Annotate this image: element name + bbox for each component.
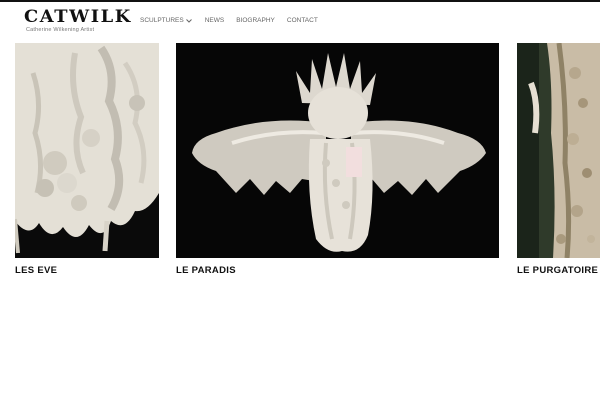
sculpture-title: LE PURGATOIRE bbox=[517, 265, 599, 276]
nav-item-label: NEWS bbox=[204, 17, 225, 24]
sculpture-title: LE PARADIS bbox=[176, 265, 236, 276]
sculpture-carousel[interactable]: LES EVE LE PARADIS LE PURGATOIRE bbox=[0, 43, 600, 283]
sculpture-image-le-paradis bbox=[176, 43, 499, 258]
nav-item-label: CONTACT bbox=[286, 17, 318, 24]
sculpture-image-les-eve bbox=[15, 43, 159, 258]
sculpture-image-le-purgatoire bbox=[517, 43, 600, 258]
nav-item-contact[interactable]: CONTACT bbox=[287, 17, 318, 24]
nav-item-label: SCULPTURES bbox=[140, 17, 184, 24]
site-logo[interactable]: CATWILK Catherine Wilkening Artist bbox=[24, 8, 130, 33]
nav-item-label: BIOGRAPHY bbox=[236, 17, 275, 24]
nav-item-sculptures[interactable]: SCULPTURES bbox=[140, 17, 193, 24]
sculpture-title: LES EVE bbox=[15, 265, 58, 276]
site-header: CATWILK Catherine Wilkening Artist SCULP… bbox=[0, 2, 600, 40]
chevron-down-icon bbox=[185, 18, 192, 23]
gallery-item-le-paradis[interactable]: LE PARADIS bbox=[176, 43, 499, 276]
logo-text: CATWILK bbox=[24, 7, 132, 27]
gallery-item-le-purgatoire[interactable]: LE PURGATOIRE bbox=[517, 43, 600, 276]
main-nav: SCULPTURES NEWS BIOGRAPHY CONTACT bbox=[140, 17, 330, 24]
gallery-item-les-eve[interactable]: LES EVE bbox=[15, 43, 159, 276]
nav-item-biography[interactable]: BIOGRAPHY bbox=[236, 17, 275, 24]
nav-item-news[interactable]: NEWS bbox=[205, 17, 225, 24]
logo-subtitle: Catherine Wilkening Artist bbox=[26, 27, 95, 33]
